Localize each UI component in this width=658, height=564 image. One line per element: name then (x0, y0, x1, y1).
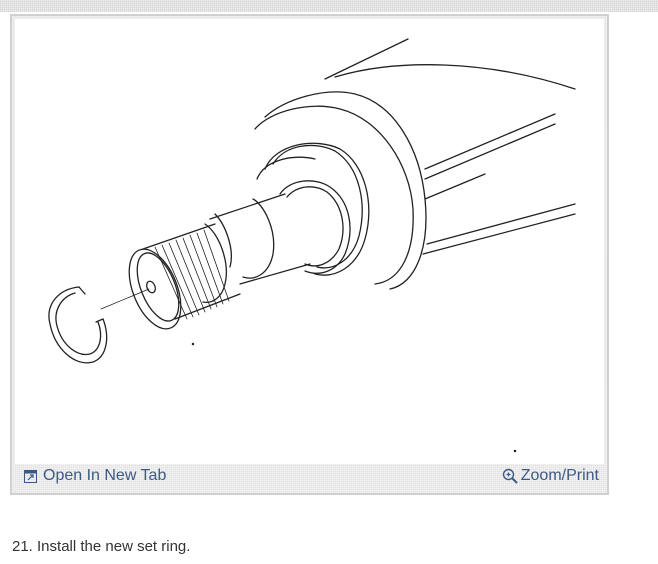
zoom-print-link[interactable]: Zoom/Print (502, 467, 599, 485)
zoom-magnifier-icon (502, 468, 518, 484)
zoom-print-label: Zoom/Print (520, 467, 599, 484)
driveshaft-set-ring-illustration (48, 38, 576, 453)
figure-image (15, 19, 604, 464)
figure-frame: Open In New Tab Zoom/Print (10, 14, 609, 495)
open-in-new-tab-icon (24, 469, 37, 483)
open-in-new-tab-label: Open In New Tab (43, 467, 167, 484)
top-divider-strip (0, 0, 658, 12)
step-instruction: 21. Install the new set ring. (12, 538, 191, 555)
page: Open In New Tab Zoom/Print 21. Install t… (0, 0, 658, 564)
figure-link-bar: Open In New Tab Zoom/Print (12, 467, 607, 487)
open-in-new-tab-link[interactable]: Open In New Tab (24, 467, 166, 485)
